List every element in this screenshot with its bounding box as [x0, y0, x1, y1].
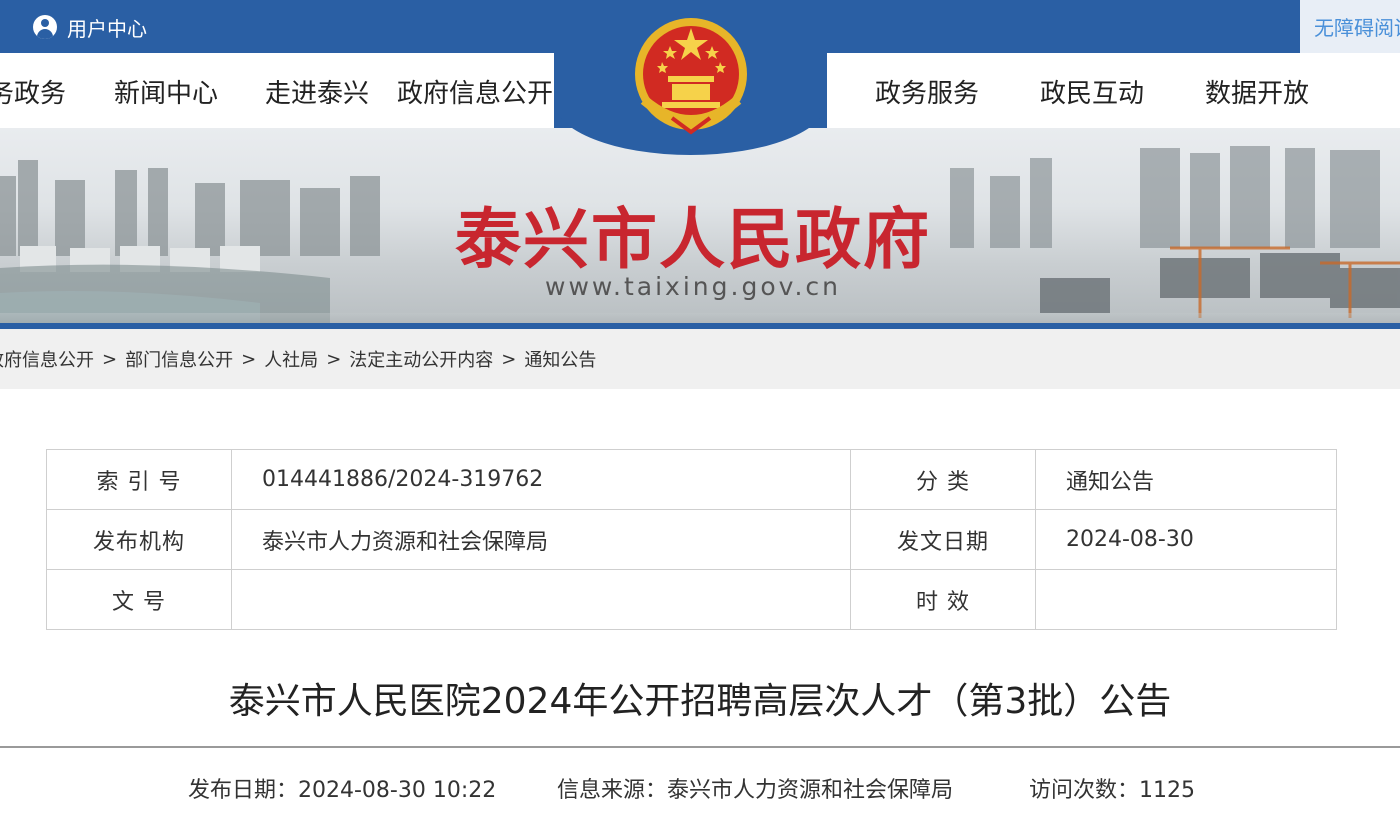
accessibility-button[interactable]: 无障碍阅读	[1300, 0, 1400, 53]
nav-item-government-services[interactable]: 政务服务	[875, 73, 979, 110]
publisher-value: 泰兴市人力资源和社会保障局	[231, 509, 851, 570]
table-row: 文 号 时 效	[46, 569, 1337, 630]
document-number-value	[231, 569, 851, 630]
validity-label: 时 效	[850, 569, 1036, 630]
document-info-table: 索 引 号 014441886/2024-319762 分 类 通知公告 发布机…	[46, 449, 1337, 630]
index-number-value: 014441886/2024-319762	[231, 449, 851, 510]
title-divider	[0, 746, 1400, 748]
nav-item-government-affairs[interactable]: 务政务	[0, 73, 66, 110]
breadcrumb-item-hr-bureau[interactable]: 人社局	[264, 346, 318, 372]
breadcrumb: 政府信息公开 > 部门信息公开 > 人社局 > 法定主动公开内容 > 通知公告	[0, 329, 1400, 389]
table-row: 索 引 号 014441886/2024-319762 分 类 通知公告	[46, 449, 1337, 510]
publisher-label: 发布机构	[46, 509, 232, 570]
breadcrumb-item-department-info[interactable]: 部门信息公开	[125, 346, 233, 372]
document-number-label: 文 号	[46, 569, 232, 630]
user-icon	[33, 15, 57, 39]
national-emblem-icon[interactable]	[632, 10, 750, 140]
user-center-label: 用户中心	[67, 16, 147, 41]
breadcrumb-item-government-info[interactable]: 政府信息公开	[0, 346, 94, 372]
banner: 泰兴市人民政府 www.taixing.gov.cn	[0, 128, 1400, 323]
article-title: 泰兴市人民医院2024年公开招聘高层次人才（第3批）公告	[228, 681, 1172, 722]
user-center-link[interactable]: 用户中心	[33, 13, 147, 41]
breadcrumb-separator: >	[241, 348, 257, 370]
nav-item-news-center[interactable]: 新闻中心	[114, 73, 218, 110]
category-label: 分 类	[850, 449, 1036, 510]
site-url: www.taixing.gov.cn	[545, 272, 842, 301]
breadcrumb-separator: >	[501, 348, 517, 370]
nav-item-government-info[interactable]: 政府信息公开	[397, 73, 553, 110]
issue-date-label: 发文日期	[850, 509, 1036, 570]
info-source: 信息来源：泰兴市人力资源和社会保障局	[557, 778, 954, 803]
category-value: 通知公告	[1035, 449, 1337, 510]
breadcrumb-separator: >	[102, 348, 118, 370]
breadcrumb-item-notices[interactable]: 通知公告	[524, 346, 596, 372]
table-row: 发布机构 泰兴市人力资源和社会保障局 发文日期 2024-08-30	[46, 509, 1337, 570]
nav-item-public-interaction[interactable]: 政民互动	[1040, 73, 1144, 110]
nav-item-about-taixing[interactable]: 走进泰兴	[265, 73, 369, 110]
site-title: 泰兴市人民政府	[455, 200, 931, 278]
index-number-label: 索 引 号	[46, 449, 232, 510]
visit-count: 访问次数：1125	[1029, 778, 1195, 803]
nav-item-open-data[interactable]: 数据开放	[1205, 73, 1309, 110]
issue-date-value: 2024-08-30	[1035, 509, 1337, 570]
breadcrumb-separator: >	[326, 348, 342, 370]
validity-value	[1035, 569, 1337, 630]
breadcrumb-item-statutory-content[interactable]: 法定主动公开内容	[349, 346, 493, 372]
publish-date: 发布日期：2024-08-30 10:22	[188, 778, 497, 803]
